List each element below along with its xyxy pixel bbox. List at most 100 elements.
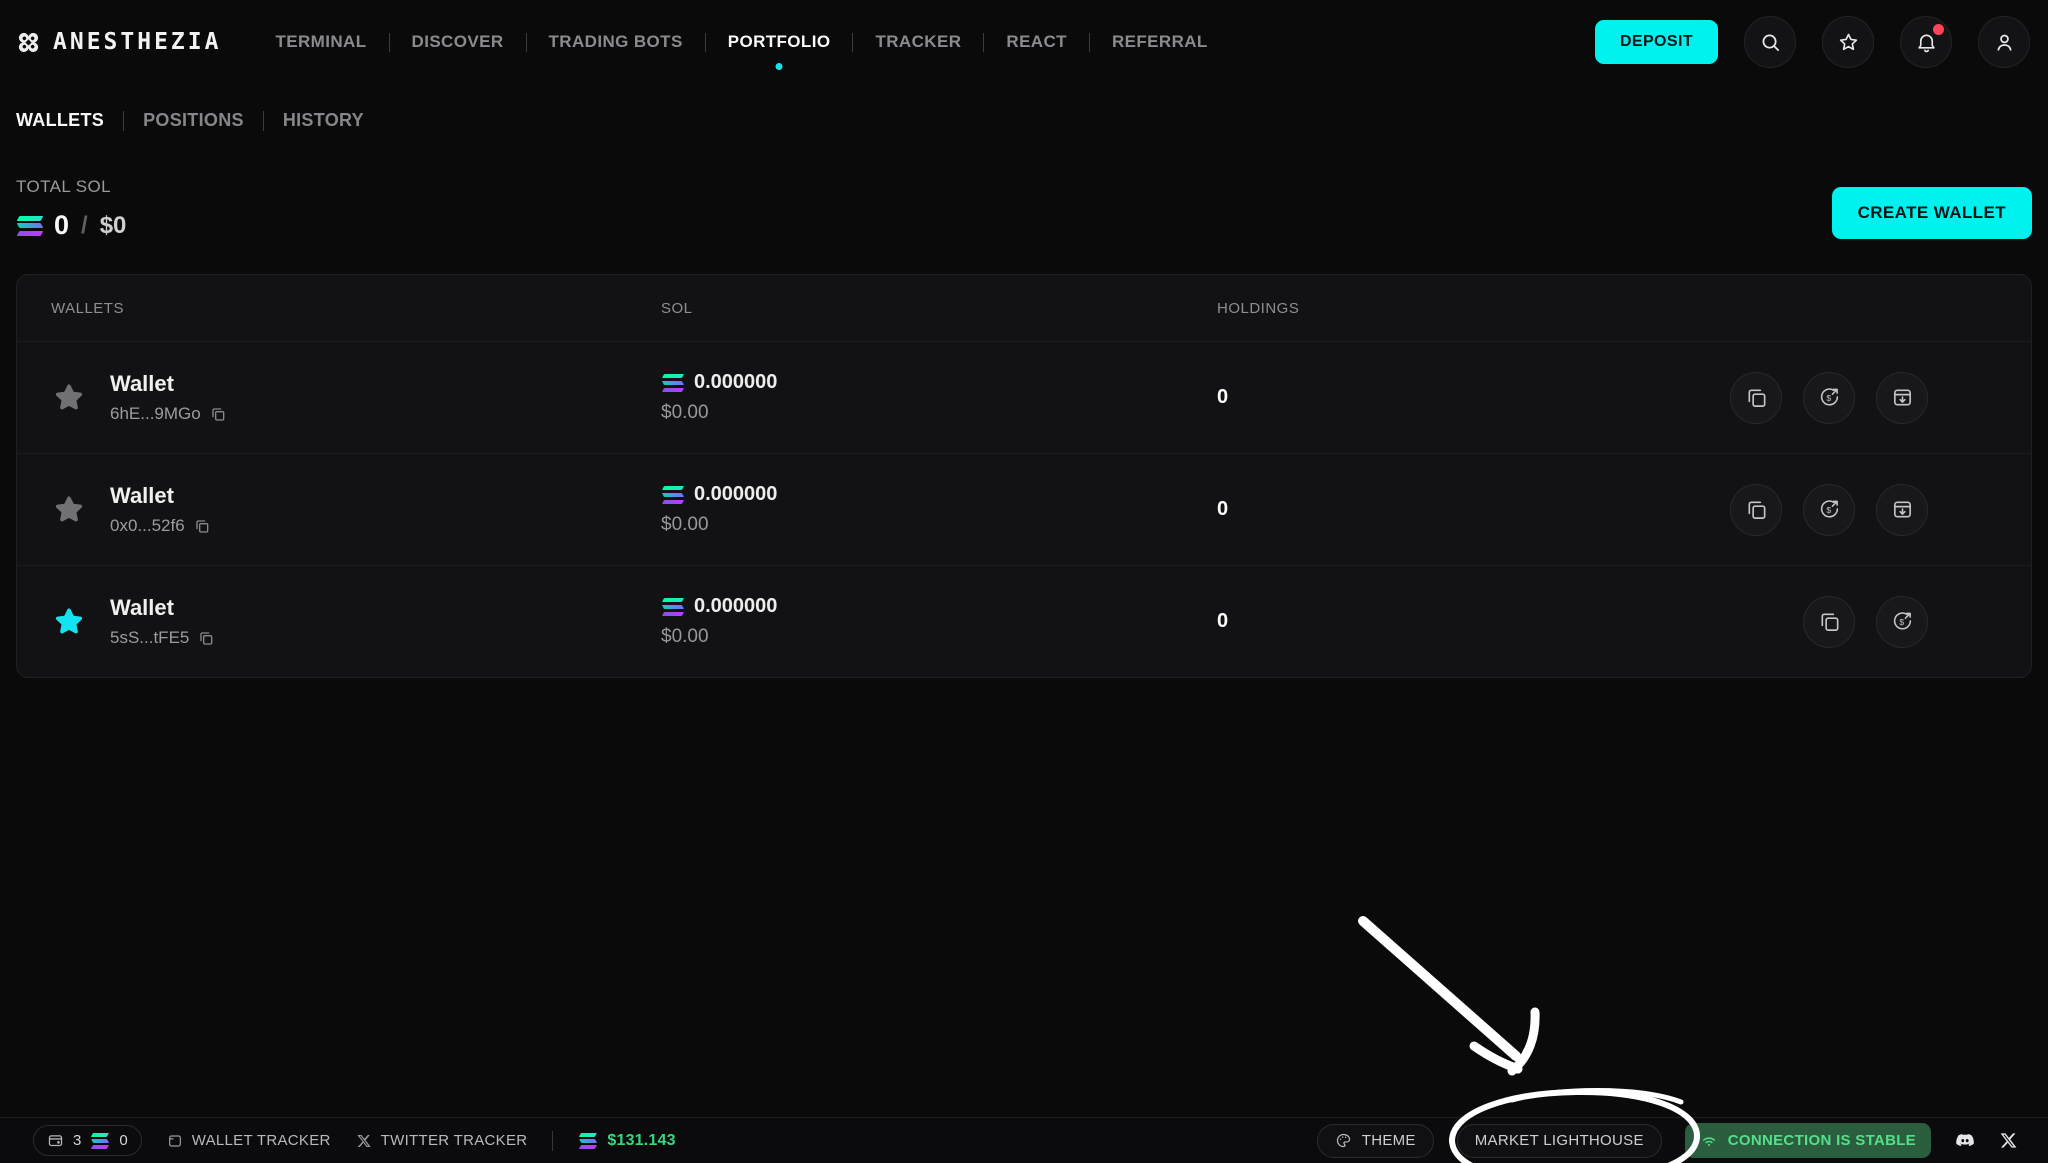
user-icon bbox=[1993, 31, 2016, 54]
annotation-arrow-shaft bbox=[1363, 921, 1516, 1056]
refresh-balance-button[interactable]: $ bbox=[1803, 372, 1855, 424]
wallet-icon bbox=[47, 1132, 64, 1149]
col-sol: SOL bbox=[661, 300, 1217, 317]
solana-icon bbox=[16, 216, 44, 236]
wallets-table: WALLETS SOL HOLDINGS Wallet 6hE...9MGo bbox=[16, 274, 2032, 678]
nav-separator bbox=[1089, 33, 1090, 52]
wallet-address: 0x0...52f6 bbox=[110, 516, 185, 536]
twitter-tracker-button[interactable]: TWITTER TRACKER bbox=[356, 1132, 528, 1149]
nav-trading-bots[interactable]: TRADING BOTS bbox=[549, 22, 683, 62]
annotation-circle-doubleline bbox=[1512, 1091, 1681, 1103]
wallet-sol-balance: 0.000000 bbox=[694, 483, 777, 506]
col-holdings: HOLDINGS bbox=[1217, 300, 1997, 317]
main-menu: TERMINAL DISCOVER TRADING BOTS PORTFOLIO… bbox=[275, 22, 1207, 62]
wallet-address: 5sS...tFE5 bbox=[110, 628, 189, 648]
nav-portfolio-label: PORTFOLIO bbox=[728, 32, 831, 51]
refresh-balance-button[interactable]: $ bbox=[1803, 484, 1855, 536]
nav-discover[interactable]: DISCOVER bbox=[412, 22, 504, 62]
sol-price-value: $131.143 bbox=[607, 1132, 675, 1150]
copy-address-icon[interactable] bbox=[210, 406, 226, 422]
deposit-button[interactable]: DEPOSIT bbox=[1595, 20, 1718, 64]
wallet-usd-balance: $0.00 bbox=[661, 626, 1217, 648]
svg-text:$: $ bbox=[1826, 505, 1831, 515]
copy-wallet-button[interactable] bbox=[1803, 596, 1855, 648]
favorites-button[interactable] bbox=[1822, 16, 1874, 68]
wallet-address: 6hE...9MGo bbox=[110, 404, 201, 424]
refresh-balance-button[interactable]: $ bbox=[1876, 596, 1928, 648]
copy-wallet-button[interactable] bbox=[1730, 484, 1782, 536]
portfolio-page: WALLETS POSITIONS HISTORY TOTAL SOL 0 / … bbox=[0, 110, 2048, 678]
wallet-holdings: 0 bbox=[1217, 498, 1730, 521]
wallet-count: 3 bbox=[73, 1132, 81, 1149]
nav-referral[interactable]: REFERRAL bbox=[1112, 22, 1208, 62]
wallet-tracker-icon bbox=[167, 1133, 183, 1149]
total-sol-value: 0 / $0 bbox=[16, 210, 126, 241]
brand-flower-icon bbox=[16, 30, 41, 55]
table-row[interactable]: Wallet 0x0...52f6 0.000000 $0.00 0 bbox=[17, 453, 2031, 565]
deposit-to-wallet-button[interactable] bbox=[1876, 372, 1928, 424]
nav-react[interactable]: REACT bbox=[1006, 22, 1067, 62]
nav-portfolio[interactable]: PORTFOLIO bbox=[728, 22, 831, 62]
notification-badge bbox=[1933, 24, 1944, 35]
wallet-tracker-button[interactable]: WALLET TRACKER bbox=[167, 1132, 331, 1149]
wallet-sol-balance: 0.000000 bbox=[694, 595, 777, 618]
nav-separator bbox=[705, 33, 706, 52]
nav-separator bbox=[389, 33, 390, 52]
tab-wallets[interactable]: WALLETS bbox=[16, 110, 104, 131]
theme-label: THEME bbox=[1362, 1132, 1416, 1149]
wallet-usd-balance: $0.00 bbox=[661, 402, 1217, 424]
market-lighthouse-label: MARKET LIGHTHOUSE bbox=[1475, 1132, 1644, 1149]
total-sol-amount: 0 bbox=[54, 210, 69, 241]
wallet-sol-balance: 0.000000 bbox=[694, 371, 777, 394]
col-wallets: WALLETS bbox=[51, 300, 661, 317]
svg-text:$: $ bbox=[1899, 617, 1904, 627]
nav-separator bbox=[983, 33, 984, 52]
wallet-star-icon[interactable] bbox=[51, 604, 87, 640]
table-row[interactable]: Wallet 5sS...tFE5 0.000000 $0.00 0 bbox=[17, 565, 2031, 677]
table-row[interactable]: Wallet 6hE...9MGo 0.000000 $0.00 0 bbox=[17, 341, 2031, 453]
subnav-separator bbox=[123, 111, 124, 131]
copy-wallet-button[interactable] bbox=[1730, 372, 1782, 424]
sol-price: $131.143 bbox=[578, 1132, 675, 1150]
solana-icon bbox=[90, 1133, 110, 1148]
copy-address-icon[interactable] bbox=[194, 518, 210, 534]
statusbar-divider bbox=[552, 1131, 553, 1151]
refresh-dollar-icon: $ bbox=[1818, 386, 1841, 409]
tab-history[interactable]: HISTORY bbox=[283, 110, 364, 131]
copy-icon bbox=[1818, 610, 1841, 633]
wallet-usd-balance: $0.00 bbox=[661, 514, 1217, 536]
box-arrow-down-icon bbox=[1891, 386, 1914, 409]
discord-link[interactable] bbox=[1954, 1130, 1976, 1152]
search-icon bbox=[1759, 31, 1782, 54]
market-lighthouse-button[interactable]: MARKET LIGHTHOUSE bbox=[1457, 1124, 1662, 1158]
deposit-to-wallet-button[interactable] bbox=[1876, 484, 1928, 536]
nav-terminal[interactable]: TERMINAL bbox=[275, 22, 366, 62]
total-sol-label: TOTAL SOL bbox=[16, 177, 126, 197]
wifi-icon bbox=[1700, 1132, 1718, 1150]
create-wallet-button[interactable]: CREATE WALLET bbox=[1832, 187, 2032, 239]
wallet-star-icon[interactable] bbox=[51, 492, 87, 528]
wallet-star-icon[interactable] bbox=[51, 380, 87, 416]
search-button[interactable] bbox=[1744, 16, 1796, 68]
total-usd-amount: $0 bbox=[100, 212, 127, 240]
amount-separator: / bbox=[81, 212, 88, 240]
solana-icon bbox=[578, 1133, 598, 1148]
wallet-name: Wallet bbox=[110, 483, 210, 509]
copy-icon bbox=[1745, 498, 1768, 521]
x-logo-icon bbox=[356, 1133, 372, 1149]
nav-tracker[interactable]: TRACKER bbox=[875, 22, 961, 62]
tab-positions[interactable]: POSITIONS bbox=[143, 110, 244, 131]
status-bar: 3 0 WALLET TRACKER TWITTER TRACKER $131.… bbox=[0, 1117, 2048, 1163]
wallet-name: Wallet bbox=[110, 595, 214, 621]
theme-button[interactable]: THEME bbox=[1317, 1124, 1434, 1158]
star-icon bbox=[1837, 31, 1860, 54]
active-tab-dot bbox=[776, 63, 783, 70]
portfolio-subnav: WALLETS POSITIONS HISTORY bbox=[16, 110, 2032, 131]
x-link[interactable] bbox=[1999, 1131, 2018, 1150]
brand[interactable]: ANESTHEZIA bbox=[16, 29, 221, 55]
copy-address-icon[interactable] bbox=[198, 630, 214, 646]
notifications-button[interactable] bbox=[1900, 16, 1952, 68]
account-button[interactable] bbox=[1978, 16, 2030, 68]
wallet-name: Wallet bbox=[110, 371, 226, 397]
wallet-count-pill[interactable]: 3 0 bbox=[33, 1125, 142, 1156]
